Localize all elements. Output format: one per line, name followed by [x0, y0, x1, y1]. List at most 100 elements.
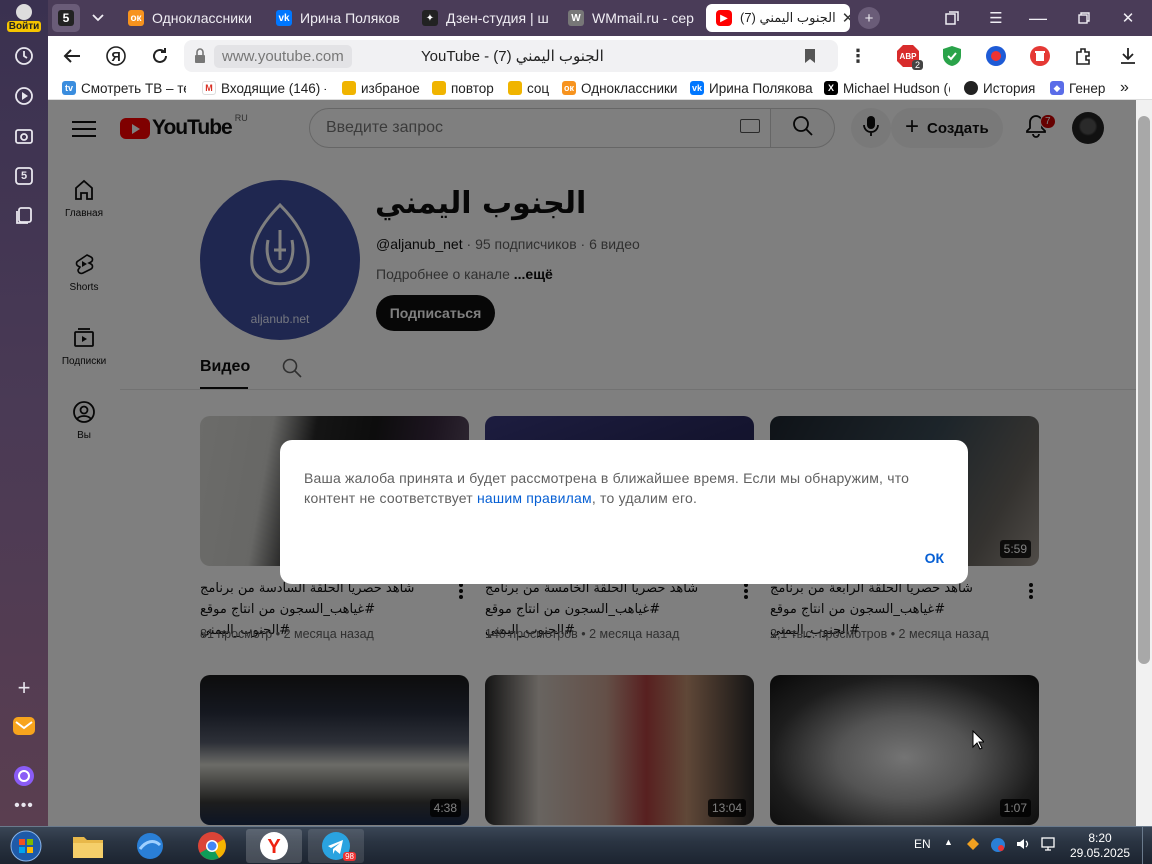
tv-icon: tv [62, 81, 76, 95]
collections-icon[interactable] [12, 204, 36, 228]
trash-extension-icon[interactable] [1028, 44, 1052, 68]
bookmark-item[interactable]: X Michael Hudson (@ [824, 79, 950, 97]
browser-menu-icon[interactable]: ☰ [986, 8, 1006, 28]
page-scrollbar[interactable] [1136, 100, 1152, 826]
minimize-icon[interactable]: — [1028, 8, 1048, 28]
tab-counter-button[interactable]: 5 [52, 4, 80, 32]
close-window-icon[interactable]: ✕ [1118, 8, 1138, 28]
new-tab-button[interactable]: + [858, 7, 880, 29]
tab-label: Одноклассники [152, 10, 253, 26]
adblock-extension-icon[interactable]: ABP 2 [896, 44, 923, 70]
play-icon[interactable] [12, 84, 36, 108]
report-confirmation-dialog: Ваша жалоба принята и будет рассмотрена … [280, 440, 968, 584]
dialog-ok-button[interactable]: ОК [925, 550, 944, 566]
tab-label: Дзен-студия | ш [446, 10, 549, 26]
tray-security-icon[interactable] [990, 837, 1006, 856]
bookmark-item[interactable]: M Входящие (146) - [202, 79, 326, 97]
chrome-icon[interactable] [184, 829, 240, 863]
shield-check-icon[interactable] [940, 44, 964, 68]
policy-link[interactable]: нашим правилам [477, 490, 592, 506]
more-icon[interactable]: ••• [12, 794, 36, 818]
url-page-title: YouTube - الجنوب اليمني (7) [421, 48, 604, 65]
generator-icon: ◆ [1050, 81, 1064, 95]
folder-icon [508, 81, 522, 95]
bookmark-item[interactable]: tv Смотреть ТВ – те [62, 79, 186, 97]
extensions-puzzle-icon[interactable] [1072, 44, 1096, 68]
tab-label: (7) الجنوب اليمني [740, 10, 836, 25]
tab-list-chevron-icon[interactable] [86, 4, 110, 32]
bookmark-label: Michael Hudson (@ [843, 80, 950, 96]
address-bar[interactable]: www.youtube.com YouTube - الجنوب اليمني … [184, 40, 838, 72]
bookmark-folder[interactable]: повтор [432, 79, 498, 97]
browser-toolbar: Я www.youtube.com YouTube - الجنوب اليمن… [48, 36, 1152, 76]
back-arrow-icon[interactable] [60, 44, 84, 68]
tab-odnoklassniki[interactable]: ок Одноклассники [128, 4, 268, 32]
scrollbar-thumb[interactable] [1138, 116, 1150, 664]
yandex-browser-taskbar-icon[interactable]: Y [246, 829, 302, 863]
bookmark-label: повтор [451, 80, 494, 96]
x-icon: X [824, 81, 838, 95]
bookmark-folder[interactable]: соц [508, 79, 554, 97]
yandex-logo-icon[interactable]: Я [104, 44, 128, 68]
download-icon[interactable] [1116, 44, 1140, 68]
bookmark-item[interactable]: vk Ирина Полякова [690, 79, 814, 97]
url-domain: www.youtube.com [214, 45, 352, 68]
tray-app-icon[interactable] [966, 837, 980, 854]
bookmark-label: Генера [1069, 80, 1106, 96]
file-explorer-icon[interactable] [60, 829, 116, 863]
add-panel-icon[interactable]: + [12, 675, 36, 700]
bookmark-item[interactable]: ◆ Генера [1050, 79, 1106, 97]
login-label: Войти [6, 21, 42, 32]
network-icon[interactable] [1040, 837, 1056, 854]
bookmark-folder[interactable]: избраное [342, 79, 422, 97]
tabs-counter-value: 5 [20, 170, 28, 182]
bookmark-panel-icon[interactable] [942, 8, 962, 28]
bookmark-label: Одноклассники [581, 80, 678, 96]
dialog-text-end: , то удалим его. [591, 490, 698, 506]
start-button[interactable] [2, 829, 50, 863]
lock-icon [194, 48, 206, 69]
language-indicator[interactable]: EN [914, 837, 931, 851]
youtube-icon: ▶ [716, 10, 732, 26]
tab-close-icon[interactable]: ✕ [842, 9, 850, 27]
bookmark-add-icon[interactable] [804, 48, 816, 69]
alice-icon[interactable] [12, 764, 36, 788]
history-clock-icon[interactable] [12, 44, 36, 68]
reload-icon[interactable] [148, 44, 172, 68]
bookmark-item[interactable]: История [964, 79, 1044, 97]
tab-dzen[interactable]: ✦ Дзен-студия | ш [422, 4, 550, 32]
clock-date: 29.05.2025 [1070, 846, 1131, 860]
login-button[interactable]: Войти [4, 4, 44, 34]
telegram-icon[interactable]: 98 [308, 829, 364, 863]
svg-text:Y: Y [267, 836, 281, 858]
tab-strip: 5 ок Одноклассники vk Ирина Полякова ✦ Д… [48, 0, 1152, 36]
bookmark-label: избраное [361, 80, 420, 96]
bookmarks-overflow-icon[interactable]: » [1120, 79, 1140, 97]
vk-icon: vk [690, 81, 704, 95]
show-hidden-icons-icon[interactable]: ▲ [944, 837, 953, 847]
system-clock[interactable]: 8:20 29.05.2025 [1070, 831, 1130, 861]
youtube-page: YouTube RU Введите запрос + Создать 7 Гл… [48, 100, 1136, 826]
internet-explorer-icon[interactable] [122, 829, 178, 863]
tab-wmmail[interactable]: W WMmail.ru - сер [568, 4, 696, 32]
mouse-cursor-icon [972, 730, 984, 750]
tabs-counter-icon[interactable]: 5 [12, 164, 36, 188]
tab-youtube-active[interactable]: ▶ (7) الجنوب اليمني ✕ [706, 4, 850, 32]
vk-icon: vk [276, 10, 292, 26]
tab-vk[interactable]: vk Ирина Полякова [276, 4, 400, 32]
restore-window-icon[interactable] [1074, 8, 1094, 28]
mail-icon[interactable] [12, 714, 36, 738]
volume-icon[interactable] [1016, 837, 1030, 854]
folder-icon [432, 81, 446, 95]
bookmark-item[interactable]: ок Одноклассники [562, 79, 680, 97]
page-menu-icon[interactable]: ⋮ [846, 44, 870, 68]
tab-label: WMmail.ru - сер [592, 10, 694, 26]
show-desktop-button[interactable] [1142, 827, 1152, 864]
screen: { "sidebar": { "login_label": "Войти", "… [0, 0, 1152, 864]
camera-icon[interactable] [12, 124, 36, 148]
clock-time: 8:20 [1088, 831, 1112, 845]
bookmark-label: Смотреть ТВ – те [81, 80, 186, 96]
vpn-extension-icon[interactable] [984, 44, 1008, 68]
dialog-message: Ваша жалоба принята и будет рассмотрена … [304, 468, 944, 508]
bookmark-label: соц [527, 80, 550, 96]
